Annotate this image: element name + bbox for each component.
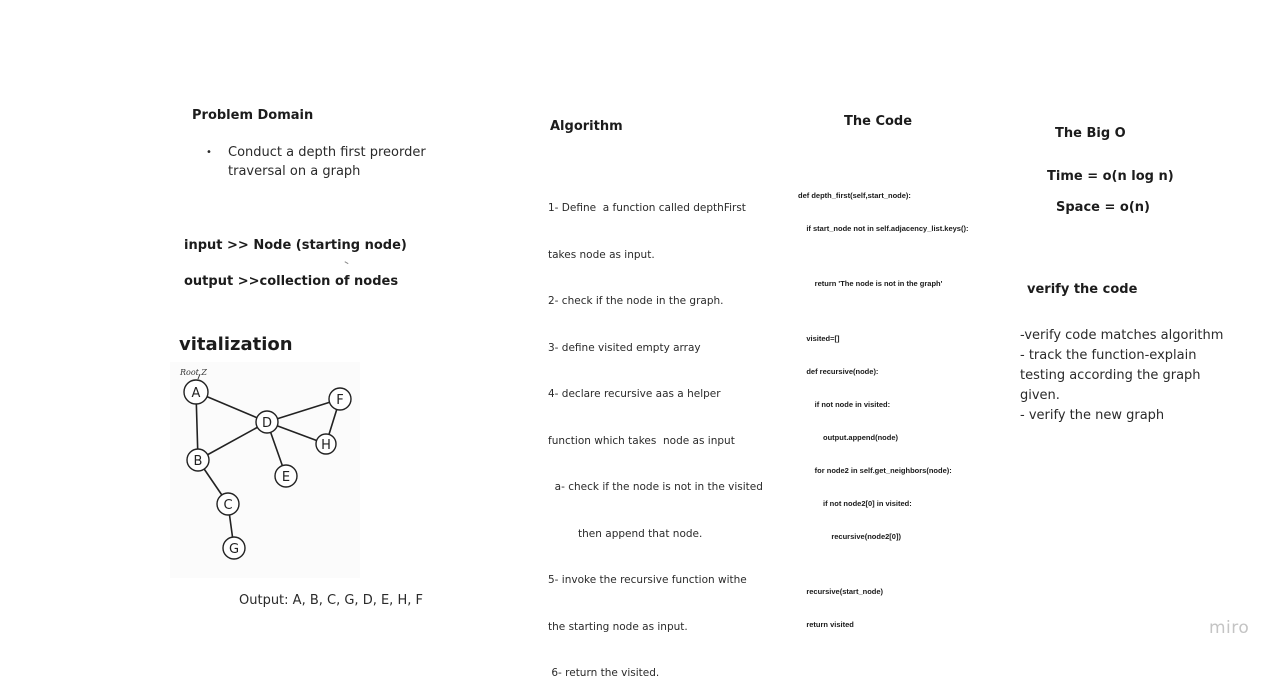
- verify-line: - verify the new graph: [1020, 408, 1165, 423]
- miro-watermark: miro: [1209, 618, 1250, 638]
- verify-list: -verify code matches algorithm - track t…: [1020, 326, 1250, 426]
- big-o-title: The Big O: [1055, 126, 1126, 141]
- verify-line: given.: [1020, 388, 1060, 403]
- algorithm-line: 2- check if the node in the graph.: [548, 295, 724, 307]
- problem-domain-title: Problem Domain: [192, 108, 314, 123]
- algorithm-title: Algorithm: [550, 119, 623, 134]
- output-result: Output: A, B, C, G, D, E, H, F: [239, 593, 423, 608]
- code-line: output.append(node): [798, 433, 898, 442]
- algorithm-line: the starting node as input.: [548, 620, 688, 633]
- node-e-label: E: [282, 470, 290, 485]
- problem-domain-list: Conduct a depth first preorder traversal…: [206, 143, 426, 181]
- code-line: def recursive(node):: [798, 367, 879, 376]
- code-title: The Code: [844, 114, 913, 129]
- verify-line: testing according the graph: [1020, 368, 1201, 383]
- input-label: input >> Node (starting node): [184, 238, 407, 253]
- verify-title: verify the code: [1027, 282, 1138, 297]
- code-line: for node2 in self.get_neighbors(node):: [798, 466, 952, 475]
- graph-sketch: A B C D E F G H Root Z: [170, 362, 360, 578]
- visualization-title: vitalization: [179, 334, 293, 355]
- time-complexity: Time = o(n log n): [1047, 169, 1174, 184]
- algorithm-line: 5- invoke the recursive function withe: [548, 574, 747, 586]
- node-d-label: D: [262, 416, 272, 431]
- algorithm-line: function which takes node as input: [548, 434, 735, 447]
- code-line: if start_node not in self.adjacency_list…: [798, 224, 969, 233]
- algorithm-line: 4- declare recursive aas a helper: [548, 388, 721, 400]
- code-line: if not node2[0] in visited:: [798, 499, 912, 508]
- code-line: if not node in visited:: [798, 400, 891, 409]
- code-line: def depth_first(self,start_node):: [798, 191, 911, 200]
- verify-line: - track the function-explain: [1020, 348, 1197, 363]
- graph-svg: A B C D E F G H Root Z: [179, 368, 352, 560]
- algorithm-line: a- check if the node is not in the visit…: [548, 481, 763, 493]
- node-c-label: C: [223, 498, 232, 513]
- node-a-label: A: [192, 386, 201, 401]
- code-line: recursive(start_node): [798, 587, 884, 596]
- code-line: return visited: [798, 620, 854, 629]
- node-f-label: F: [336, 393, 343, 408]
- problem-domain-bullet: Conduct a depth first preorder traversal…: [206, 143, 426, 181]
- root-label: Root Z: [179, 368, 207, 377]
- algorithm-line: takes node as input.: [548, 248, 655, 261]
- algorithm-line: then append that node.: [548, 527, 703, 540]
- code-line: recursive(node2[0]): [798, 532, 901, 541]
- code-line: visited=[]: [798, 334, 840, 343]
- space-complexity: Space = o(n): [1056, 200, 1150, 215]
- output-label: output >>collection of nodes: [184, 274, 399, 289]
- algorithm-line: 6- return the visited.: [548, 667, 660, 679]
- node-g-label: G: [229, 542, 239, 557]
- edge-b-d: [197, 421, 268, 461]
- code-block: def depth_first(self,start_node): if sta…: [798, 168, 968, 641]
- verify-line: -verify code matches algorithm: [1020, 328, 1224, 343]
- code-line: return 'The node is not in the graph': [798, 279, 943, 288]
- node-b-label: B: [194, 454, 203, 469]
- algorithm-steps: 1- Define a function called depthFirst t…: [548, 170, 768, 697]
- stray-mark: [343, 261, 349, 266]
- algorithm-line: 3- define visited empty array: [548, 341, 701, 354]
- algorithm-line: 1- Define a function called depthFirst: [548, 202, 746, 214]
- node-h-label: H: [321, 438, 331, 453]
